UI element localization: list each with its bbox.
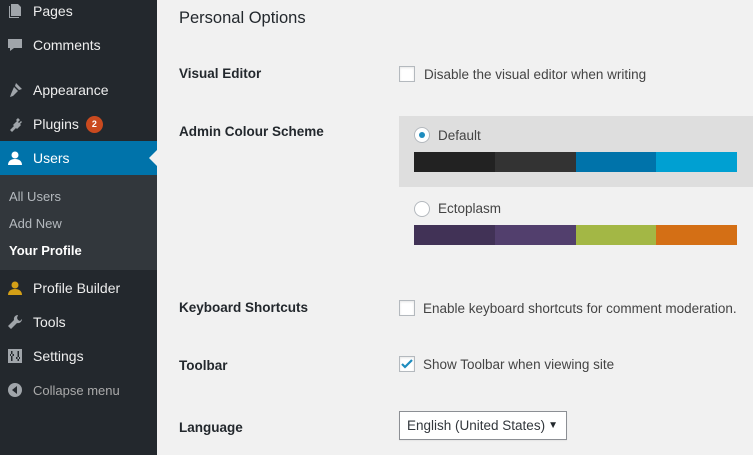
radio-selected-dot xyxy=(419,132,425,138)
colour-scheme-ectoplasm-radio[interactable] xyxy=(414,201,430,217)
colour-scheme-ectoplasm[interactable]: Ectoplasm xyxy=(399,190,753,250)
tools-icon xyxy=(7,314,23,330)
colour-scheme-default-radio[interactable] xyxy=(414,127,430,143)
keyboard-shortcuts-option-text: Enable keyboard shortcuts for comment mo… xyxy=(423,301,737,316)
colour-scheme-name: Default xyxy=(438,128,481,143)
submenu-item-your-profile[interactable]: Your Profile xyxy=(9,243,82,258)
settings-icon xyxy=(7,348,23,364)
plugins-icon xyxy=(7,116,23,132)
language-label: Language xyxy=(179,420,243,435)
colour-palette-default xyxy=(414,152,737,172)
palette-swatch xyxy=(494,152,576,172)
palette-swatch xyxy=(656,225,737,245)
sidebar-item-plugins[interactable]: Plugins 2 xyxy=(0,107,157,141)
profile-builder-icon xyxy=(7,280,23,296)
palette-swatch xyxy=(656,152,737,172)
sidebar-item-appearance[interactable]: Appearance xyxy=(0,73,157,107)
submenu-item-all-users[interactable]: All Users xyxy=(9,189,61,204)
collapse-icon xyxy=(7,382,23,398)
palette-swatch xyxy=(575,152,657,172)
sidebar-item-label: Comments xyxy=(33,37,101,53)
palette-swatch xyxy=(414,152,495,172)
colour-scheme-default[interactable]: Default xyxy=(399,116,753,187)
colour-scheme-name: Ectoplasm xyxy=(438,201,502,216)
users-icon xyxy=(7,150,23,166)
palette-swatch xyxy=(494,225,576,245)
palette-swatch xyxy=(575,225,657,245)
checkmark-icon xyxy=(401,359,413,369)
colour-scheme-label: Admin Colour Scheme xyxy=(179,124,324,139)
colour-palette-ectoplasm xyxy=(414,225,737,245)
sidebar-item-profile-builder[interactable]: Profile Builder xyxy=(0,271,157,305)
sidebar-item-label: Users xyxy=(33,150,70,166)
sidebar-item-pages[interactable]: Pages xyxy=(0,0,157,28)
sidebar-item-settings[interactable]: Settings xyxy=(0,339,157,373)
appearance-icon xyxy=(7,82,23,98)
main-content: Personal Options Visual Editor Disable t… xyxy=(157,0,753,455)
comments-icon xyxy=(7,37,23,53)
sidebar-item-tools[interactable]: Tools xyxy=(0,305,157,339)
keyboard-shortcuts-label: Keyboard Shortcuts xyxy=(179,300,309,315)
pages-icon xyxy=(7,3,23,19)
toolbar-option-text: Show Toolbar when viewing site xyxy=(423,357,615,372)
sidebar-item-label: Profile Builder xyxy=(33,280,121,296)
collapse-menu-button[interactable]: Collapse menu xyxy=(0,373,157,407)
visual-editor-label: Visual Editor xyxy=(179,66,262,81)
language-selected-value: English (United States) xyxy=(407,418,546,433)
submenu-item-add-new[interactable]: Add New xyxy=(9,216,62,231)
users-submenu: All Users Add New Your Profile xyxy=(0,175,157,270)
sidebar-item-label: Tools xyxy=(33,314,66,330)
collapse-menu-label: Collapse menu xyxy=(33,382,120,398)
keyboard-shortcuts-checkbox[interactable] xyxy=(399,300,415,316)
language-select[interactable]: English (United States) ▼ xyxy=(399,411,567,440)
sidebar-item-label: Settings xyxy=(33,348,84,364)
section-title: Personal Options xyxy=(179,9,306,27)
visual-editor-checkbox[interactable] xyxy=(399,66,415,82)
palette-swatch xyxy=(414,225,495,245)
sidebar-item-label: Appearance xyxy=(33,82,109,98)
sidebar-item-label: Pages xyxy=(33,3,73,19)
sidebar-item-label: Plugins xyxy=(33,116,79,132)
sidebar-item-users[interactable]: Users xyxy=(0,141,157,175)
admin-sidebar: Pages Comments Appearance Plugins 2 User… xyxy=(0,0,157,455)
visual-editor-option-text: Disable the visual editor when writing xyxy=(424,67,647,82)
toolbar-checkbox[interactable] xyxy=(399,356,415,372)
sidebar-item-comments[interactable]: Comments xyxy=(0,28,157,62)
plugins-update-badge: 2 xyxy=(85,115,103,133)
dropdown-arrow-icon: ▼ xyxy=(548,420,558,431)
toolbar-label: Toolbar xyxy=(179,358,228,373)
